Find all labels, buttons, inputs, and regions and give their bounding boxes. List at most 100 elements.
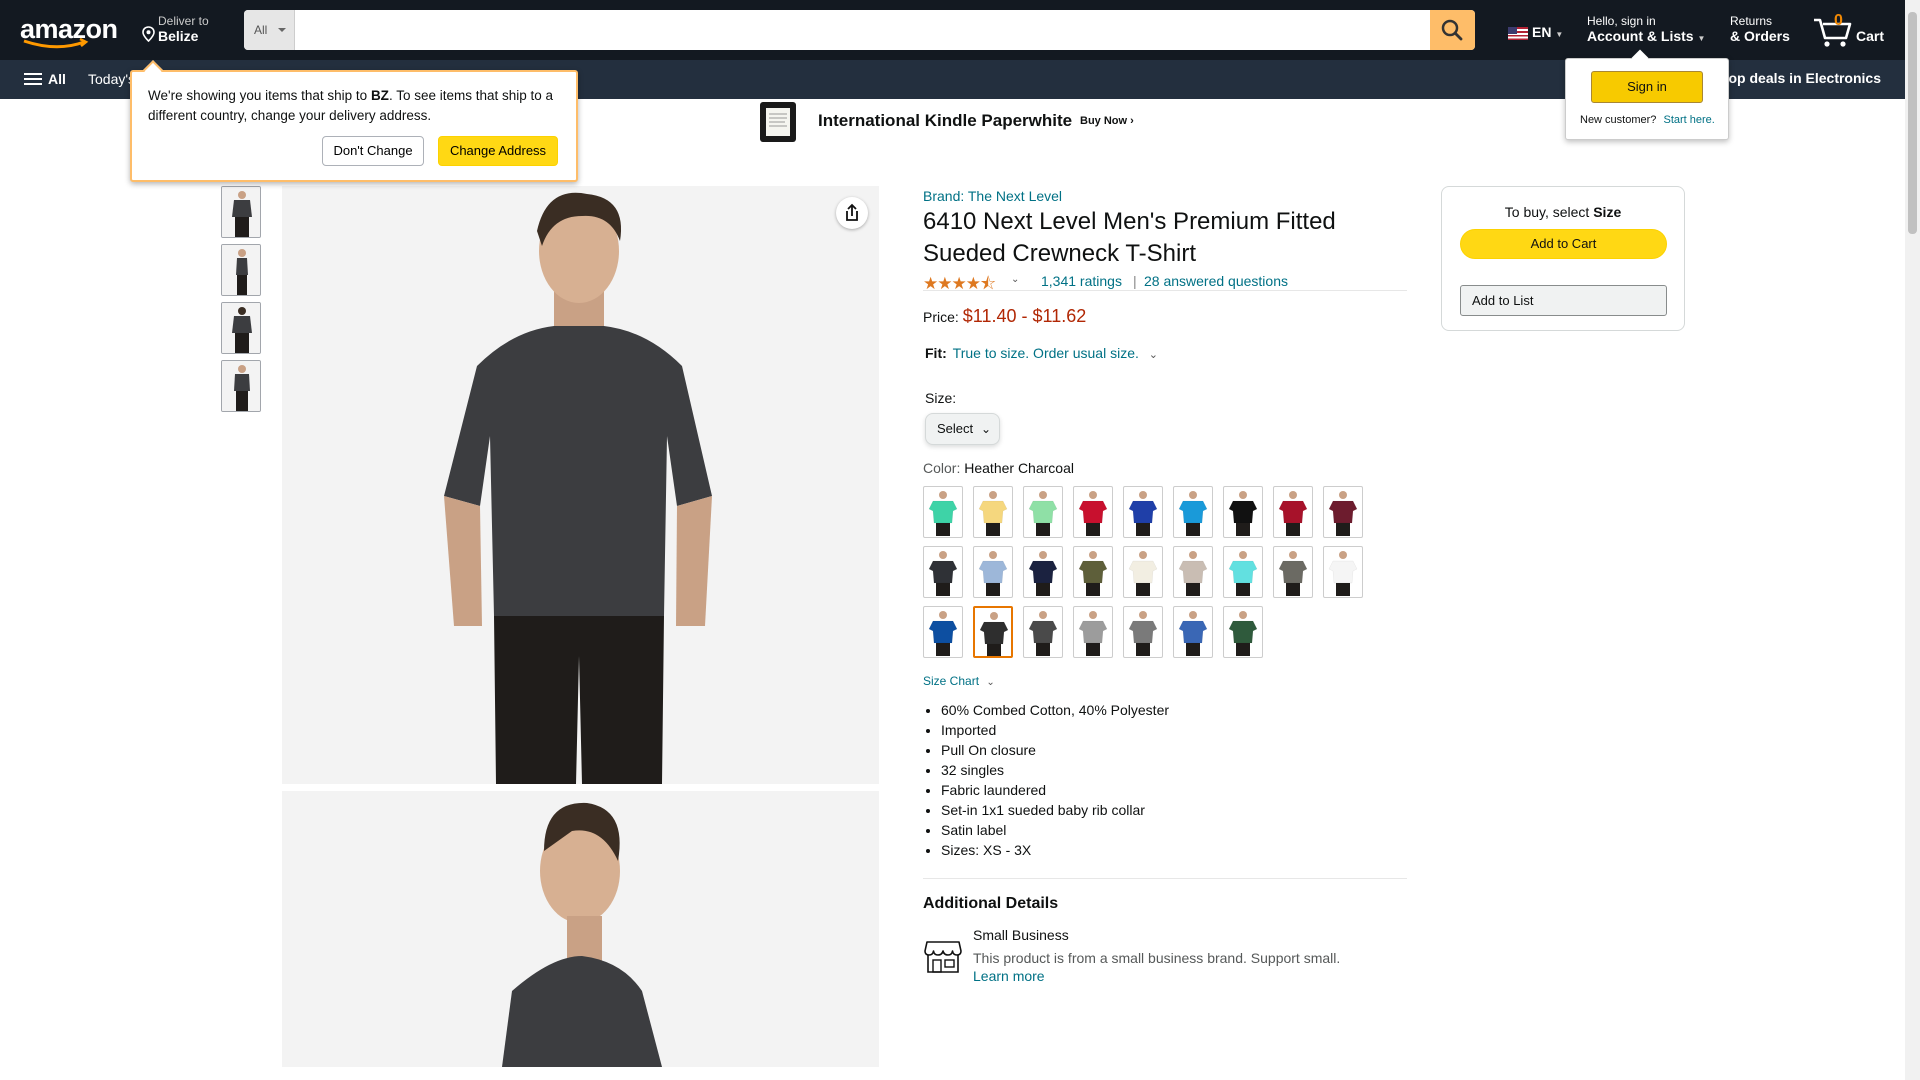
buy-box-heading-bold: Size: [1593, 204, 1622, 220]
kindle-device-icon: [760, 102, 796, 142]
color-swatch[interactable]: [1223, 546, 1263, 598]
chevron-down-icon[interactable]: ⌄: [1011, 274, 1019, 285]
search-bar: All: [244, 10, 1475, 50]
tshirt-swatch-icon: [1128, 611, 1158, 656]
banner-cta[interactable]: Buy Now ›: [1080, 115, 1134, 127]
ratings-link[interactable]: 1,341 ratings: [1041, 273, 1122, 289]
additional-details-heading: Additional Details: [923, 895, 1059, 912]
all-menu-button[interactable]: All: [24, 71, 66, 87]
search-button[interactable]: [1430, 10, 1475, 50]
color-swatch[interactable]: [1323, 546, 1363, 598]
caret-down-icon: ▼: [1555, 30, 1564, 39]
color-swatch[interactable]: [973, 606, 1013, 658]
tshirt-swatch-icon: [928, 611, 958, 656]
cart[interactable]: 0 Cart: [1812, 12, 1892, 48]
signin-popover: Sign in New customer? Start here.: [1565, 49, 1729, 140]
color-swatch[interactable]: [1123, 606, 1163, 658]
change-address-button[interactable]: Change Address: [438, 136, 558, 166]
tshirt-swatch-icon: [1078, 491, 1108, 536]
color-swatch[interactable]: [1273, 546, 1313, 598]
chevron-down-icon[interactable]: ⌄: [1143, 349, 1158, 361]
start-here-link[interactable]: Start here.: [1659, 114, 1714, 126]
color-swatch[interactable]: [1223, 606, 1263, 658]
color-swatch[interactable]: [973, 546, 1013, 598]
storefront-icon: [924, 941, 962, 973]
sign-in-button[interactable]: Sign in: [1591, 71, 1703, 103]
returns-orders[interactable]: Returns & Orders: [1730, 14, 1790, 44]
tshirt-swatch-icon: [978, 551, 1008, 596]
fit-row: Fit: True to size. Order usual size. ⌄: [925, 345, 1158, 361]
deliver-to[interactable]: Deliver to Belize: [142, 14, 209, 44]
color-value: Heather Charcoal: [964, 460, 1074, 476]
color-swatch[interactable]: [1073, 486, 1113, 538]
rating-row: ★★★★⯪ ⌄ 1,341 ratings | 28 answered ques…: [923, 271, 1407, 293]
search-icon: [1441, 19, 1463, 41]
learn-more-link[interactable]: Learn more: [973, 968, 1045, 984]
thumbnail-image[interactable]: [221, 302, 261, 354]
secondary-product-image[interactable]: [282, 791, 879, 1067]
feature-bullet: Fabric laundered: [941, 780, 1169, 800]
color-swatch[interactable]: [1023, 606, 1063, 658]
scrollbar-thumb[interactable]: [1908, 12, 1917, 234]
new-customer-label: New customer?: [1580, 114, 1657, 126]
buy-box-heading-text: To buy, select: [1504, 204, 1594, 220]
account-lists[interactable]: Hello, sign in Account & Lists ▼: [1587, 14, 1705, 44]
todays-deals-link[interactable]: Today's: [88, 71, 135, 87]
top-nav: amazon Deliver to Belize All EN ▼ Hello,…: [0, 0, 1905, 60]
small-business-title: Small Business: [973, 927, 1069, 943]
hamburger-icon: [24, 73, 42, 85]
tshirt-swatch-icon: [979, 612, 1009, 656]
color-swatch[interactable]: [1023, 486, 1063, 538]
color-swatch[interactable]: [923, 546, 963, 598]
color-swatch[interactable]: [1123, 546, 1163, 598]
size-chart-link[interactable]: Size Chart ⌄: [923, 674, 995, 688]
star-rating-icon[interactable]: ★★★★⯪: [923, 271, 996, 300]
search-category-label: All: [254, 23, 268, 37]
caret-down-icon: [278, 28, 286, 32]
tshirt-swatch-icon: [1028, 491, 1058, 536]
main-product-image[interactable]: [282, 186, 879, 784]
color-swatch[interactable]: [1173, 486, 1213, 538]
product-title: 6410 Next Level Men's Premium Fitted Sue…: [923, 208, 1336, 267]
color-swatch[interactable]: [1273, 486, 1313, 538]
thumbnail-image[interactable]: [221, 360, 261, 412]
fit-link[interactable]: True to size. Order usual size.: [951, 345, 1139, 361]
color-swatch[interactable]: [1073, 546, 1113, 598]
add-to-list-button[interactable]: Add to List: [1460, 285, 1667, 316]
color-swatch[interactable]: [973, 486, 1013, 538]
dont-change-button[interactable]: Don't Change: [322, 136, 424, 166]
add-to-cart-button[interactable]: Add to Cart: [1460, 229, 1667, 259]
electronics-deals-link[interactable]: op deals in Electronics: [1729, 70, 1882, 86]
color-swatch[interactable]: [923, 606, 963, 658]
tshirt-swatch-icon: [1028, 611, 1058, 656]
color-swatch[interactable]: [1323, 486, 1363, 538]
cart-count: 0: [1834, 12, 1843, 29]
color-swatch[interactable]: [1123, 486, 1163, 538]
answered-questions-link[interactable]: 28 answered questions: [1144, 273, 1288, 289]
share-button[interactable]: [836, 197, 868, 229]
delivery-country-code: BZ: [370, 88, 389, 103]
feature-bullet: Set-in 1x1 sueded baby rib collar: [941, 800, 1169, 820]
page-scrollbar[interactable]: [1905, 0, 1920, 1080]
banner-title: International Kindle Paperwhite: [818, 111, 1073, 130]
color-swatch[interactable]: [1173, 606, 1213, 658]
color-swatch[interactable]: [1173, 546, 1213, 598]
search-input[interactable]: [295, 10, 1425, 50]
search-category-dropdown[interactable]: All: [244, 10, 295, 50]
size-select[interactable]: Select ⌄: [925, 413, 1000, 445]
color-swatch[interactable]: [1223, 486, 1263, 538]
returns-label: Returns: [1730, 14, 1773, 28]
account-lists-wrap: Account & Lists ▼: [1587, 28, 1705, 44]
tshirt-swatch-icon: [1078, 551, 1108, 596]
color-swatch[interactable]: [923, 486, 963, 538]
thumbnail-image[interactable]: [221, 244, 261, 296]
caret-down-icon: ▼: [1697, 34, 1706, 43]
color-swatch[interactable]: [1073, 606, 1113, 658]
small-business-description: This product is from a small business br…: [973, 950, 1341, 966]
amazon-logo[interactable]: amazon: [20, 14, 120, 49]
thumbnail-image[interactable]: [221, 186, 261, 238]
feature-bullet: 32 singles: [941, 760, 1169, 780]
brand-link[interactable]: Brand: The Next Level: [923, 188, 1062, 204]
language-selector[interactable]: EN ▼: [1508, 24, 1563, 40]
color-swatch[interactable]: [1023, 546, 1063, 598]
